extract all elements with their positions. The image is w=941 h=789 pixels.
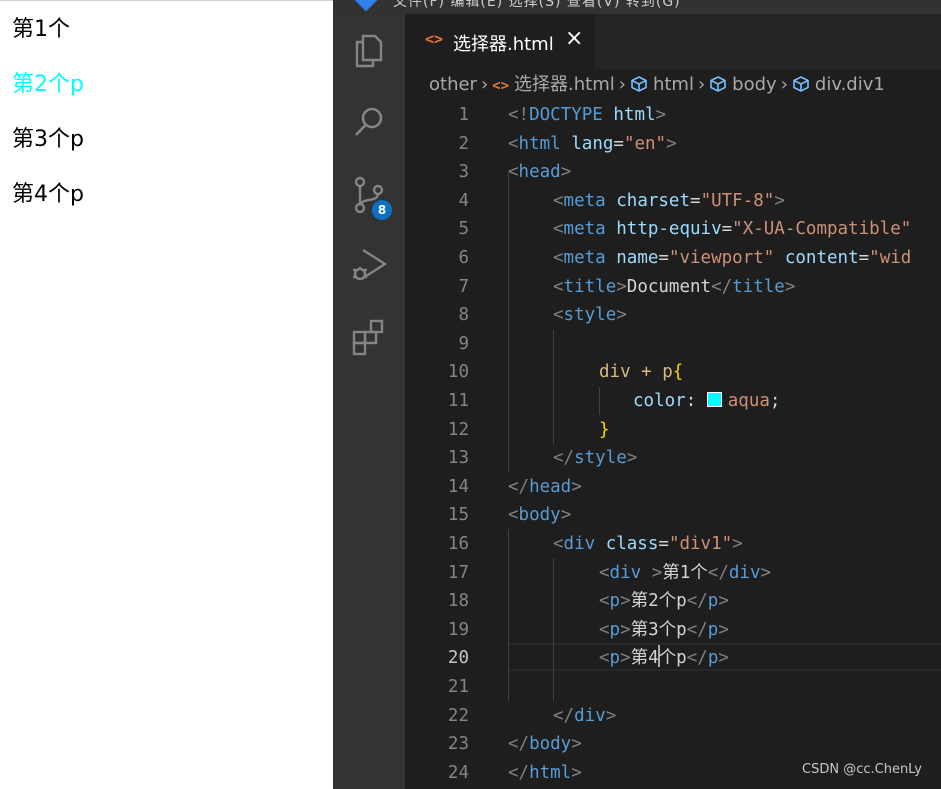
tab-selector-html[interactable]: <> 选择器.html × <box>405 14 595 69</box>
source-control-badge: 8 <box>370 198 394 222</box>
chevron-right-icon: › <box>618 74 626 95</box>
chevron-right-icon: › <box>697 74 706 95</box>
breadcrumb-item-html[interactable]: html <box>653 69 694 101</box>
code-line-3: <head> <box>508 162 572 183</box>
line-number-active: 20 <box>447 648 469 669</box>
menu-bar[interactable]: 文件(F) 编辑(E) 选择(S) 查看(V) 转到(G) <box>393 0 681 11</box>
vscode-logo-icon <box>354 0 378 12</box>
chevron-right-icon: › <box>780 74 788 95</box>
search-icon[interactable] <box>351 102 387 142</box>
code-line-13: </style> <box>553 448 638 469</box>
code-line-14: </head> <box>508 476 582 497</box>
tab-bar: <> 选择器.html × <box>405 14 941 69</box>
code-line-12: } <box>599 419 610 440</box>
indent-guide <box>553 330 554 444</box>
vscode-window: 文件(F) 编辑(E) 选择(S) 查看(V) 转到(G) 8 <> 选择器.h… <box>333 0 941 789</box>
code-line-7: <title>Document</title> <box>553 276 796 297</box>
line-number: 13 <box>447 448 469 469</box>
breadcrumb-item-other[interactable]: other <box>429 69 477 101</box>
indent-guide <box>508 172 509 472</box>
code-line-18: <p>第2个p</p> <box>599 591 729 612</box>
code-line-2: <html lang="en"> <box>508 133 677 154</box>
line-number: 1 <box>458 105 469 125</box>
line-number: 8 <box>458 305 469 326</box>
code-line-22: </div> <box>553 705 617 726</box>
element-cube-icon <box>793 76 809 92</box>
html-file-icon: <> <box>492 78 510 94</box>
preview-text-3: 第3个p <box>12 127 84 152</box>
line-number: 11 <box>447 391 469 411</box>
line-number: 6 <box>458 248 469 268</box>
extensions-icon[interactable] <box>351 316 387 356</box>
line-number: 14 <box>447 476 469 497</box>
html-file-icon: <> <box>425 30 444 48</box>
indent-guide <box>599 387 600 415</box>
line-number: 2 <box>458 133 469 154</box>
line-number: 22 <box>447 705 469 726</box>
browser-preview: 第1个 第2个p 第3个p 第4个p <box>0 0 333 789</box>
line-number: 5 <box>458 219 469 240</box>
breadcrumb-item-body[interactable]: body <box>732 69 777 101</box>
preview-text-1: 第1个 <box>12 17 70 42</box>
line-number: 19 <box>447 619 469 640</box>
indent-guide <box>553 558 554 701</box>
code-line-24: </html> <box>508 762 582 783</box>
line-number: 10 <box>447 362 469 383</box>
element-cube-icon <box>631 76 647 92</box>
line-number: 4 <box>458 190 469 211</box>
watermark: CSDN @cc.ChenLy <box>802 762 922 777</box>
line-number: 21 <box>447 677 469 697</box>
preview-text-2: 第2个p <box>12 72 84 97</box>
indent-guide <box>508 529 509 701</box>
preview-text-4: 第4个p <box>12 182 84 207</box>
code-line-20: <p>第4个p</p> <box>599 644 729 673</box>
breadcrumb: other › <> 选择器.html › html › body › div.div1 <box>405 69 941 101</box>
breadcrumb-item-file[interactable]: 选择器.html <box>514 69 615 101</box>
run-debug-icon[interactable] <box>351 244 388 284</box>
element-cube-icon <box>710 76 726 92</box>
line-number: 23 <box>447 734 469 755</box>
tab-label: 选择器.html <box>453 34 554 55</box>
close-icon[interactable]: × <box>565 26 583 51</box>
code-line-10: div + p{ <box>599 362 684 383</box>
code-line-23: </body> <box>508 734 582 755</box>
code-line-19: <p>第3个p</p> <box>599 619 729 640</box>
code-line-8: <style> <box>553 305 627 326</box>
code-line-6: <meta name="viewport" content="wid <box>553 248 912 268</box>
code-editor[interactable]: 1 2 3 4 5 6 7 8 9 10 11 12 13 14 15 16 1… <box>405 101 941 789</box>
code-line-1: <!DOCTYPE html> <box>508 105 667 125</box>
code-line-11: color: aqua; <box>633 391 781 411</box>
code-line-4: <meta charset="UTF-8"> <box>553 190 785 211</box>
title-bar: 文件(F) 编辑(E) 选择(S) 查看(V) 转到(G) <box>333 0 941 14</box>
line-number: 9 <box>458 333 469 354</box>
breadcrumb-item-div[interactable]: div.div1 <box>815 69 885 101</box>
code-line-16: <div class="div1"> <box>553 534 743 554</box>
line-number: 12 <box>447 419 469 440</box>
line-number: 3 <box>458 162 469 183</box>
line-number: 24 <box>447 762 469 783</box>
line-number: 15 <box>447 505 469 526</box>
code-line-15: <body> <box>508 505 572 526</box>
line-number: 18 <box>447 591 469 612</box>
code-line-17: <div >第1个</div> <box>599 562 772 583</box>
line-number: 7 <box>458 276 469 297</box>
explorer-icon[interactable] <box>351 30 387 70</box>
line-number: 17 <box>447 562 469 583</box>
chevron-right-icon: › <box>480 74 489 95</box>
color-swatch-icon[interactable] <box>706 392 722 407</box>
code-line-5: <meta http-equiv="X-UA-Compatible" <box>553 219 912 240</box>
activity-bar: 8 <box>333 14 405 789</box>
line-number: 16 <box>447 534 469 554</box>
